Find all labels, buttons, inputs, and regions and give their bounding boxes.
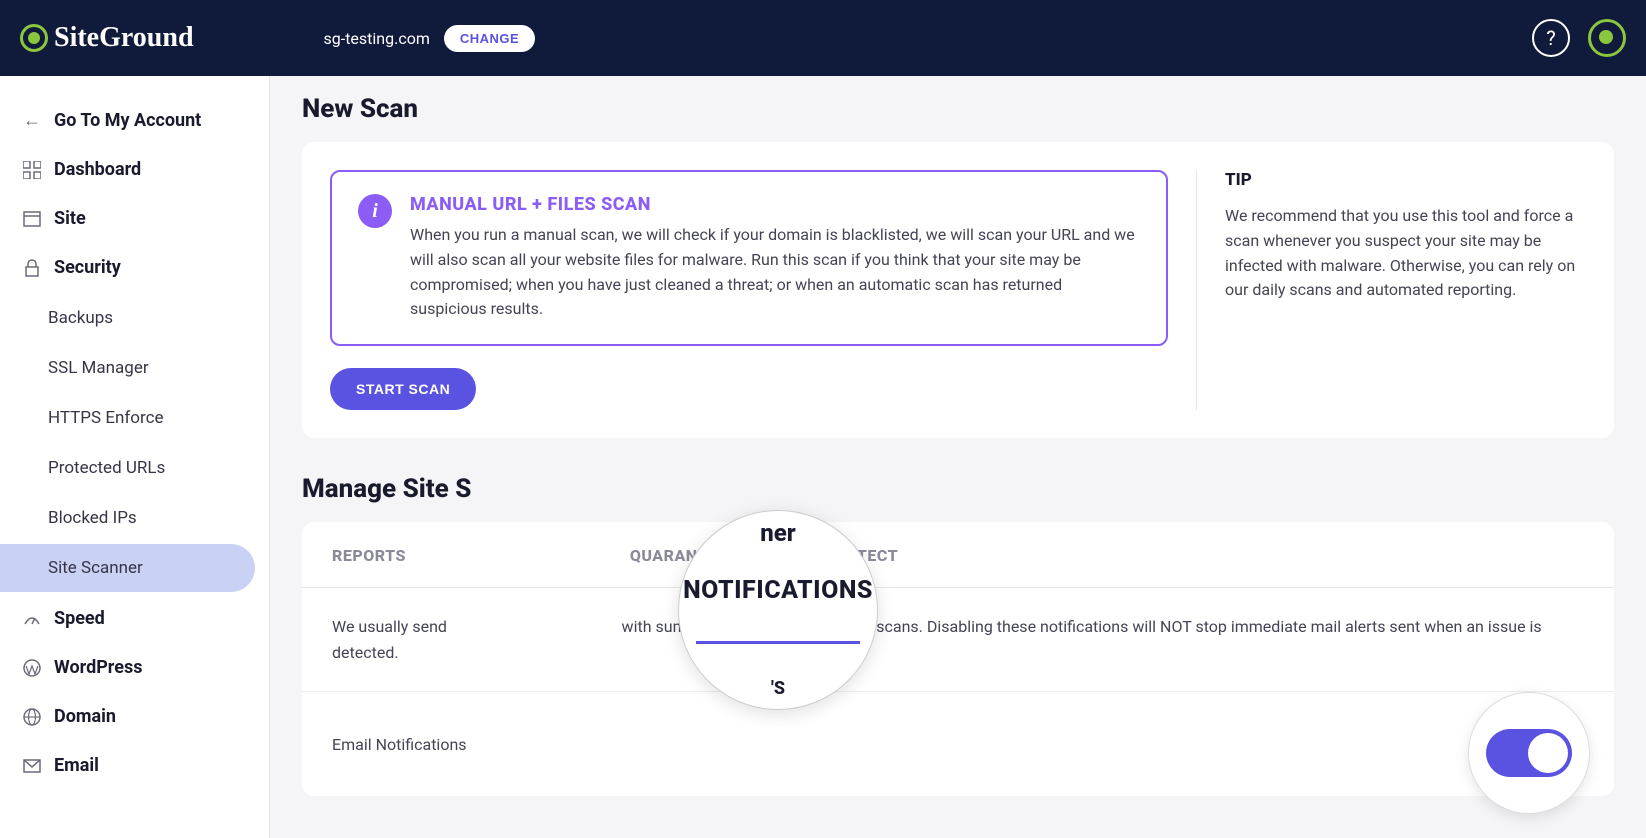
start-scan-button[interactable]: START SCAN: [330, 368, 476, 410]
scan-text-block: MANUAL URL + FILES SCAN When you run a m…: [410, 194, 1140, 322]
sidebar: ← Go To My Account Dashboard Site Securi…: [0, 76, 270, 838]
scan-info-box: i MANUAL URL + FILES SCAN When you run a…: [330, 170, 1168, 346]
sidebar-item-domain[interactable]: Domain: [0, 692, 269, 741]
manage-card: REPORTS NOTIFICATIONS QUARANTINE SITE PR…: [302, 522, 1614, 796]
arrow-left-icon: ←: [22, 111, 42, 131]
back-label: Go To My Account: [54, 110, 201, 131]
manage-tabs: REPORTS NOTIFICATIONS QUARANTINE SITE PR…: [302, 522, 1614, 588]
domain-text: sg-testing.com: [324, 29, 430, 48]
dashboard-icon: [22, 160, 42, 180]
scan-box-desc: When you run a manual scan, we will chec…: [410, 223, 1140, 322]
globe-icon: [22, 707, 42, 727]
back-to-account[interactable]: ← Go To My Account: [0, 96, 269, 145]
sidebar-item-label: Email: [54, 755, 99, 776]
page-title-manage: Manage Site S: [302, 474, 1614, 504]
toggle-magnifier-callout: [1468, 692, 1590, 814]
sidebar-item-speed[interactable]: Speed: [0, 594, 269, 643]
tab-reports[interactable]: REPORTS: [332, 546, 406, 587]
top-bar-right: ?: [1532, 19, 1626, 57]
speed-icon: [22, 609, 42, 629]
sidebar-item-email[interactable]: Email: [0, 741, 269, 790]
magnifier-main-label: NOTIFICATIONS: [683, 576, 873, 605]
sidebar-sub-site-scanner[interactable]: Site Scanner: [0, 544, 255, 592]
email-notifications-toggle[interactable]: [1486, 729, 1572, 777]
info-icon: i: [358, 194, 392, 228]
sidebar-sub-backups[interactable]: Backups: [0, 294, 269, 342]
sidebar-item-label: Site: [54, 208, 86, 229]
notifications-body: We usually send with summary of your web…: [302, 588, 1614, 691]
email-notifications-row: Email Notifications: [302, 691, 1614, 796]
page-title-new-scan: New Scan: [302, 94, 1614, 124]
lock-icon: [22, 258, 42, 278]
notifications-magnifier-callout: ner NOTIFICATIONS 'S: [678, 510, 878, 710]
sidebar-sub-protected-urls[interactable]: Protected URLs: [0, 444, 269, 492]
logo-text: SiteGround: [54, 22, 194, 54]
magnifier-underline: [696, 641, 860, 644]
sidebar-item-security[interactable]: Security: [0, 243, 269, 292]
toggle-knob: [1528, 733, 1568, 773]
main-content: New Scan i MANUAL URL + FILES SCAN When …: [270, 76, 1646, 838]
tip-text: We recommend that you use this tool and …: [1225, 204, 1586, 303]
logo-icon: [20, 24, 48, 52]
logo[interactable]: SiteGround: [20, 22, 194, 54]
domain-area: sg-testing.com CHANGE: [324, 25, 536, 52]
tip-heading: TIP: [1225, 170, 1586, 190]
layout: ← Go To My Account Dashboard Site Securi…: [0, 76, 1646, 838]
email-icon: [22, 756, 42, 776]
sidebar-item-label: Security: [54, 257, 121, 278]
tip-panel: TIP We recommend that you use this tool …: [1196, 170, 1586, 410]
new-scan-card: i MANUAL URL + FILES SCAN When you run a…: [302, 142, 1614, 438]
site-icon: [22, 209, 42, 229]
sidebar-item-wordpress[interactable]: WordPress: [0, 643, 269, 692]
sidebar-item-label: WordPress: [54, 657, 142, 678]
magnifier-bottom-fragment: 'S: [771, 678, 785, 699]
sidebar-item-site[interactable]: Site: [0, 194, 269, 243]
sidebar-item-label: Domain: [54, 706, 116, 727]
help-icon[interactable]: ?: [1532, 19, 1570, 57]
email-notifications-label: Email Notifications: [332, 735, 467, 754]
wordpress-icon: [22, 658, 42, 678]
notifications-description: We usually send with summary of your web…: [332, 614, 1584, 665]
change-button[interactable]: CHANGE: [444, 25, 535, 52]
sidebar-item-dashboard[interactable]: Dashboard: [0, 145, 269, 194]
top-bar-left: SiteGround sg-testing.com CHANGE: [20, 22, 535, 54]
scan-box-title: MANUAL URL + FILES SCAN: [410, 194, 1140, 215]
sidebar-sub-blocked-ips[interactable]: Blocked IPs: [0, 494, 269, 542]
sidebar-sub-ssl-manager[interactable]: SSL Manager: [0, 344, 269, 392]
avatar-icon[interactable]: [1588, 19, 1626, 57]
new-scan-left: i MANUAL URL + FILES SCAN When you run a…: [330, 170, 1196, 410]
sidebar-item-label: Speed: [54, 608, 105, 629]
sidebar-item-label: Dashboard: [54, 159, 141, 180]
top-bar: SiteGround sg-testing.com CHANGE ?: [0, 0, 1646, 76]
magnifier-top-fragment: ner: [760, 519, 795, 547]
sidebar-sub-https-enforce[interactable]: HTTPS Enforce: [0, 394, 269, 442]
